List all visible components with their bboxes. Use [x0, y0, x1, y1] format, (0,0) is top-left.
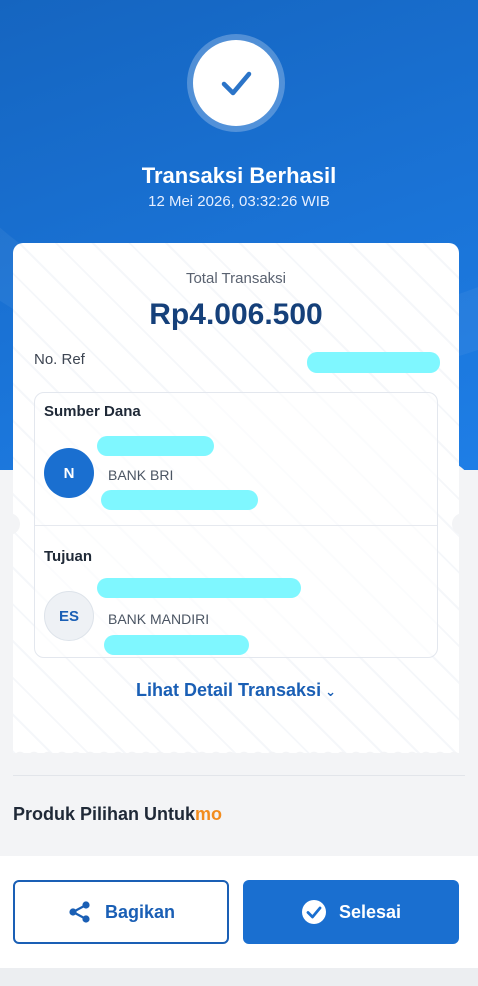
share-button[interactable]: Bagikan — [13, 880, 229, 944]
party-divider — [35, 525, 437, 526]
source-name-redacted — [97, 436, 214, 456]
status-title: Transaksi Berhasil — [141, 163, 337, 188]
receipt-torn-edge — [13, 744, 459, 758]
ref-label: No. Ref — [34, 351, 85, 368]
view-detail-label: Lihat Detail Transaksi — [136, 680, 322, 700]
destination-avatar: ES — [44, 591, 94, 641]
total-amount: Rp4.006.500 — [149, 298, 323, 331]
checkmark-icon — [221, 71, 252, 96]
destination-name-redacted — [97, 578, 301, 598]
destination-label: Tujuan — [44, 548, 93, 565]
done-button[interactable]: Selesai — [243, 880, 459, 944]
check-circle-icon — [301, 899, 327, 925]
section-separator — [13, 775, 465, 776]
transaction-datetime: 12 Mei 2026, 03:32:26 WIB — [148, 193, 330, 210]
source-label: Sumber Dana — [44, 403, 141, 420]
source-account-redacted — [101, 490, 258, 510]
success-check-badge — [193, 40, 279, 126]
system-bottom-bar — [0, 968, 478, 986]
destination-bank: BANK MANDIRI — [108, 611, 210, 627]
view-detail-link[interactable]: Lihat Detail Transaksi ⌄ — [13, 680, 459, 701]
total-label: Total Transaksi — [185, 270, 287, 287]
ref-number-redacted — [307, 352, 440, 373]
recommended-products-title: Produk Pilihan Untukmo — [13, 804, 222, 825]
share-icon — [67, 899, 93, 925]
destination-account-redacted — [104, 635, 249, 655]
brand-logo-mo: mo — [195, 804, 223, 824]
source-bank: BANK BRI — [108, 467, 174, 483]
source-avatar: N — [44, 448, 94, 498]
done-button-label: Selesai — [338, 901, 402, 922]
recommended-products-label: Produk Pilihan Untuk — [13, 804, 196, 824]
chevron-down-icon: ⌄ — [325, 684, 336, 699]
share-button-label: Bagikan — [104, 901, 176, 922]
